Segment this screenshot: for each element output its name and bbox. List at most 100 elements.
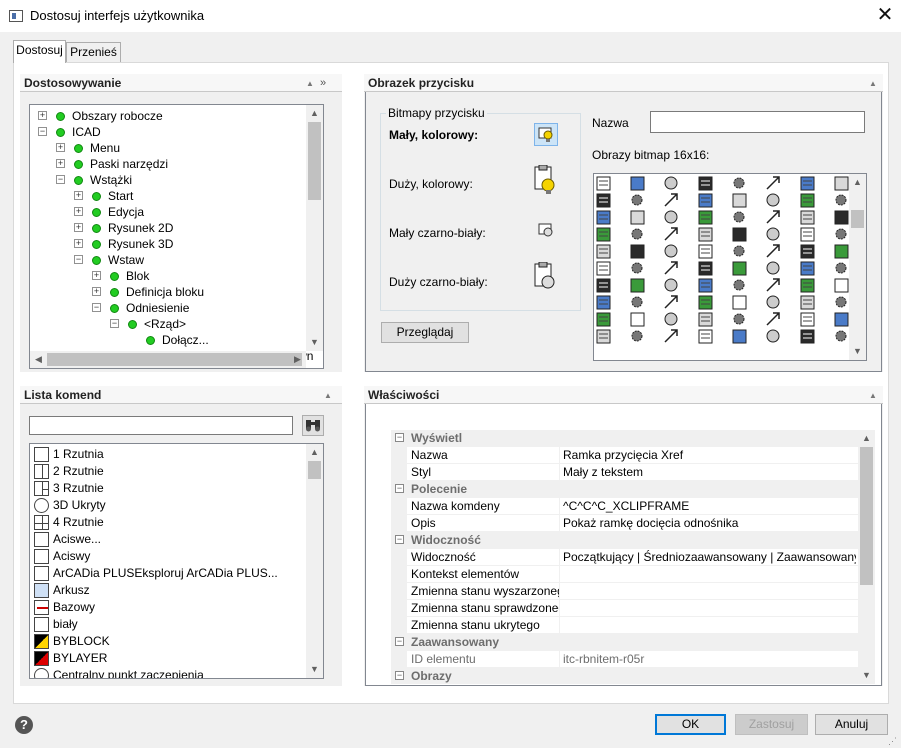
bitmap-cell-icon[interactable] — [800, 261, 815, 276]
property-row[interactable]: Nazwa komdeny ^C^C^C_XCLIPFRAME — [391, 498, 858, 515]
browse-button[interactable]: Przeglądaj — [381, 322, 469, 343]
property-row[interactable]: Opis Pokaż ramkę docięcia odnośnika — [391, 515, 858, 532]
bitmap-cell-icon[interactable] — [698, 227, 713, 242]
scroll-down-icon[interactable]: ▼ — [306, 334, 323, 351]
bitmap-cell-icon[interactable] — [733, 313, 745, 325]
bitmap-vscroll[interactable]: ▲ ▼ — [849, 174, 866, 360]
scroll-left-icon[interactable]: ◀ — [30, 351, 47, 368]
command-item[interactable]: Aciswy — [34, 548, 304, 565]
command-item[interactable]: ArCADia PLUSEksploruj ArCADia PLUS... — [34, 565, 304, 582]
property-value[interactable]: itc-rbnitem-r05r — [563, 651, 856, 668]
property-category[interactable]: − Wyświetl — [391, 430, 858, 447]
bitmap-grid[interactable]: ▲ ▼ — [593, 173, 867, 361]
scroll-up-icon[interactable]: ▲ — [849, 174, 866, 191]
expand-icon[interactable]: + — [56, 143, 65, 152]
tree-vscroll-thumb[interactable] — [308, 122, 321, 200]
tree-item[interactable]: + Obszary robocze — [30, 108, 310, 124]
bitmap-cell-icon[interactable] — [800, 278, 815, 293]
command-item[interactable]: Aciswe... — [34, 531, 304, 548]
bitmap-cell-icon[interactable] — [631, 194, 643, 206]
bitmap-cell-icon[interactable] — [630, 210, 645, 225]
bitmap-cell-icon[interactable] — [800, 193, 815, 208]
bitmap-vscroll-thumb[interactable] — [851, 210, 864, 228]
bitmap-cell-icon[interactable] — [732, 227, 747, 242]
bitmap-cell-icon[interactable] — [664, 227, 678, 241]
collapse-icon[interactable]: − — [395, 637, 404, 646]
command-item[interactable]: Arkusz — [34, 582, 304, 599]
small-color-preview[interactable] — [534, 123, 558, 146]
ok-button[interactable]: OK — [655, 714, 726, 735]
bitmap-cell-icon[interactable] — [766, 227, 780, 241]
bitmap-cell-icon[interactable] — [596, 244, 611, 259]
property-row[interactable]: Zmienna stanu wyszarzonego — [391, 583, 858, 600]
resize-grip-icon[interactable]: ⋰ — [888, 736, 897, 747]
command-item[interactable]: 4 Rzutnie — [34, 514, 304, 531]
property-row[interactable]: Zmienna stanu sprawdzonego — [391, 600, 858, 617]
bitmap-cell-icon[interactable] — [631, 296, 643, 308]
bitmap-cell-icon[interactable] — [766, 278, 780, 292]
large-bw-preview[interactable] — [531, 261, 559, 292]
bitmap-cell-icon[interactable] — [835, 194, 847, 206]
collapse-icon[interactable]: − — [56, 175, 65, 184]
command-vscroll[interactable]: ▲ ▼ — [306, 444, 323, 678]
property-row[interactable]: Nazwa Ramka przycięcia Xref — [391, 447, 858, 464]
bitmap-cell-icon[interactable] — [834, 244, 849, 259]
bitmap-cell-icon[interactable] — [698, 295, 713, 310]
property-vscroll-thumb[interactable] — [860, 447, 873, 585]
command-vscroll-thumb[interactable] — [308, 461, 321, 479]
bitmap-cell-icon[interactable] — [834, 312, 849, 327]
tree-hscroll[interactable]: ◀ ▶ — [30, 351, 306, 368]
bitmap-cell-icon[interactable] — [733, 279, 745, 291]
bitmap-cell-icon[interactable] — [766, 329, 780, 343]
find-button[interactable] — [302, 415, 324, 436]
collapse-icon[interactable]: ▲ — [324, 387, 332, 405]
bitmap-cell-icon[interactable] — [630, 278, 645, 293]
bitmap-cell-icon[interactable] — [834, 176, 849, 191]
bitmap-cell-icon[interactable] — [766, 244, 780, 258]
bitmap-cell-icon[interactable] — [733, 211, 745, 223]
bitmap-cell-icon[interactable] — [698, 278, 713, 293]
expand-icon[interactable]: + — [92, 271, 101, 280]
property-category[interactable]: − Widoczność — [391, 532, 858, 549]
bitmap-cell-icon[interactable] — [596, 210, 611, 225]
expand-icon[interactable]: + — [74, 191, 83, 200]
tree-item[interactable]: + Rysunek 3D — [30, 236, 310, 252]
tab-transfer[interactable]: Przenieś — [66, 42, 121, 63]
bitmap-cell-icon[interactable] — [664, 295, 678, 309]
bitmap-cell-icon[interactable] — [766, 176, 780, 190]
bitmap-cell-icon[interactable] — [596, 295, 611, 310]
property-value[interactable]: ^C^C^C_XCLIPFRAME — [563, 498, 856, 515]
tree-item[interactable]: − Wstaw — [30, 252, 310, 268]
bitmap-cell-icon[interactable] — [732, 193, 747, 208]
bitmap-cell-icon[interactable] — [664, 176, 678, 190]
bitmap-cell-icon[interactable] — [698, 176, 713, 191]
property-row[interactable]: Zmienna stanu ukrytego — [391, 617, 858, 634]
bitmap-cell-icon[interactable] — [766, 193, 780, 207]
property-value[interactable]: Pokaż ramkę docięcia odnośnika — [563, 515, 856, 532]
bitmap-cell-icon[interactable] — [800, 227, 815, 242]
bitmap-cell-icon[interactable] — [732, 329, 747, 344]
property-vscroll[interactable]: ▲ ▼ — [858, 430, 875, 684]
bitmap-cell-icon[interactable] — [631, 330, 643, 342]
bitmap-cell-icon[interactable] — [732, 261, 747, 276]
expand-icon[interactable]: + — [74, 207, 83, 216]
property-category[interactable]: − Obrazy — [391, 668, 858, 684]
bitmap-cell-icon[interactable] — [766, 261, 780, 275]
bitmap-cell-icon[interactable] — [664, 278, 678, 292]
property-row[interactable]: Widoczność Początkujący | Średniozaawanso… — [391, 549, 858, 566]
scroll-up-icon[interactable]: ▲ — [306, 444, 323, 461]
bitmap-cell-icon[interactable] — [698, 210, 713, 225]
bitmap-cell-icon[interactable] — [630, 312, 645, 327]
name-input[interactable] — [650, 111, 865, 133]
command-item[interactable]: Bazowy — [34, 599, 304, 616]
bitmap-cell-icon[interactable] — [596, 312, 611, 327]
command-item[interactable]: 2 Rzutnie — [34, 463, 304, 480]
property-grid[interactable]: − Wyświetl Nazwa Ramka przycięcia Xref Styl M… — [391, 430, 875, 684]
collapse-icon[interactable]: ▲ — [306, 75, 314, 93]
bitmap-cell-icon[interactable] — [630, 176, 645, 191]
bitmap-cell-icon[interactable] — [835, 296, 847, 308]
bitmap-cell-icon[interactable] — [800, 210, 815, 225]
scroll-down-icon[interactable]: ▼ — [849, 343, 866, 360]
command-list[interactable]: 1 Rzutnia 2 Rzutnie 3 Rzutnie 3D Ukryty 4 Rz… — [29, 443, 324, 679]
command-item[interactable]: BYLAYER — [34, 650, 304, 667]
